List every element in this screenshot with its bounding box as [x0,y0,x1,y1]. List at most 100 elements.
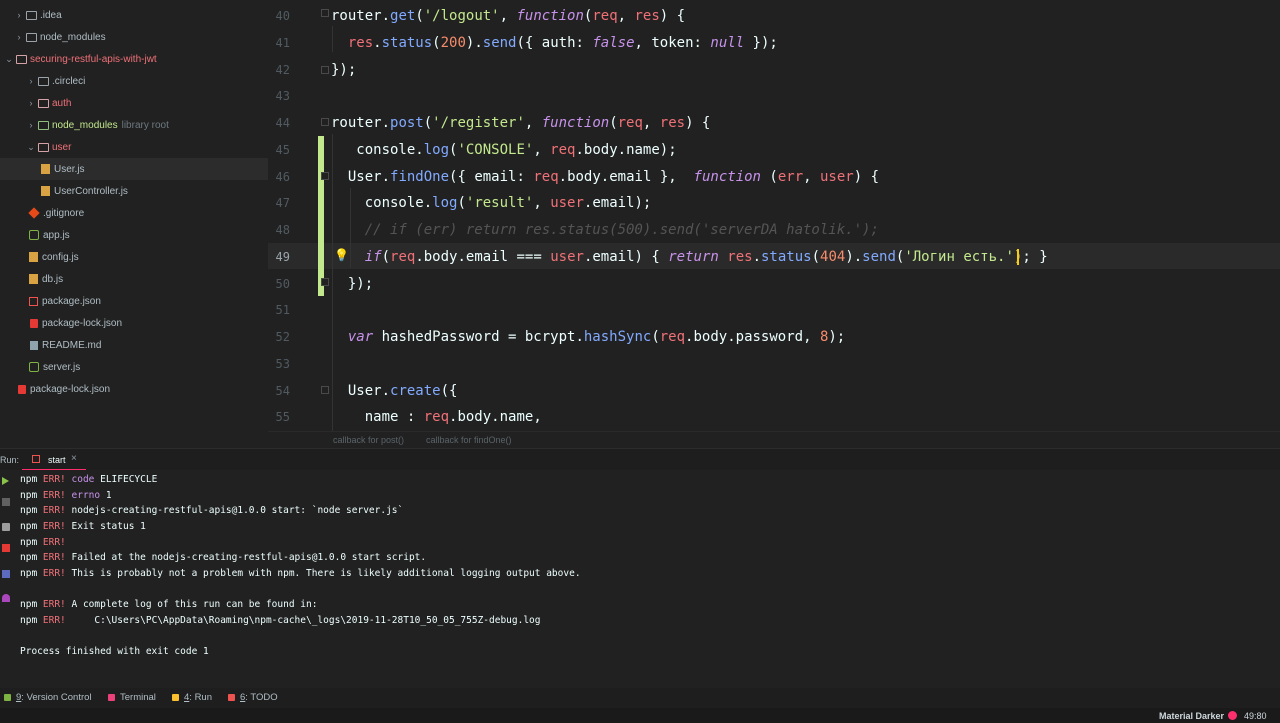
console-token: nodejs-creating-restful-apis@1.0.0 start… [71,505,404,517]
tree-item[interactable]: config.js [0,246,268,268]
run-tab-start[interactable]: start × [22,449,86,471]
code-line[interactable]: console.log('result', user.email); [331,190,652,216]
console-line: npm ERR! This is probably not a problem … [20,566,581,582]
tree-item[interactable]: package-lock.json [0,312,268,334]
chevron-right-icon[interactable]: › [26,120,36,130]
chevron-right-icon[interactable]: › [26,98,36,108]
line-number: 43 [275,89,290,104]
fold-marker[interactable] [321,386,329,394]
cursor-position[interactable]: 49:80 [1244,711,1267,721]
tool-tab[interactable]: Terminal [108,692,156,703]
code-token: err [777,168,804,185]
code-editor[interactable]: 40 41 42 43 44 45 46 47 48 49 50 51 52 53 54 55 💡 route… [268,0,1280,434]
tree-item[interactable]: ⌄ user [0,136,268,158]
delete-icon[interactable] [2,544,10,552]
chevron-down-icon[interactable]: ⌄ [4,54,14,65]
console-line: npm ERR! C:\Users\PC\AppData\Roaming\npm… [20,613,541,629]
code-token: req [659,329,686,345]
run-console[interactable]: npm ERR! code ELIFECYCLE npm ERR! errno 1… [12,470,1280,688]
code-token: . [373,34,382,51]
chevron-right-icon[interactable]: › [26,76,36,86]
code-token: . [752,248,761,265]
tree-item[interactable]: package.json [0,290,268,312]
code-token: : [406,409,424,426]
restore-layout-icon[interactable] [2,523,10,531]
tool-tab[interactable]: 6: TODO [228,692,278,703]
tree-item[interactable]: › .idea [0,4,268,26]
fold-marker[interactable] [321,66,329,74]
code-line[interactable]: User.findOne({ email: req.body.email }, … [331,164,879,190]
tool-tab[interactable]: 4: Run [172,692,212,703]
code-line[interactable]: if(req.body.email === user.email) { retu… [331,244,1048,270]
code-line[interactable]: }); [331,57,356,83]
code-line[interactable]: }); [331,271,373,297]
code-token: User. [331,168,391,185]
console-token: npm [20,474,43,485]
console-line: npm ERR! A complete log of this run can … [20,597,317,613]
tree-item[interactable]: UserController.js [0,180,268,202]
code-line[interactable]: User.create({ [331,378,458,404]
close-icon[interactable]: × [71,453,77,464]
chevron-down-icon[interactable]: ⌄ [26,142,36,153]
tree-item[interactable]: › node_modules library root [0,114,268,136]
code-line[interactable]: router.get('/logout', function(req, res)… [331,3,685,29]
code-token: ). [465,34,483,51]
tree-item[interactable]: README.md [0,334,268,356]
fold-marker[interactable] [321,118,329,126]
breadcrumb-item[interactable]: callback for findOne() [426,435,512,445]
markdown-icon [30,340,38,350]
tree-item[interactable]: server.js [0,356,268,378]
tree-item[interactable]: .gitignore [0,202,268,224]
fold-marker[interactable] [321,9,329,17]
code-line[interactable]: console.log('CONSOLE', req.body.name); [331,137,676,163]
code-line[interactable]: router.post('/register', function(req, r… [331,110,710,136]
code-token: === [508,248,551,265]
fold-marker[interactable] [321,172,329,180]
code-line[interactable]: var hashedPassword = bcrypt.hashSync(req… [331,324,845,350]
code-token: , [803,329,820,345]
fold-marker[interactable] [321,278,329,286]
tree-item[interactable]: ⌄ securing-restful-apis-with-jwt [0,48,268,70]
code-token: status [761,248,812,265]
js-file-icon [41,186,50,196]
code-line[interactable]: name : req.body.name, [331,404,542,430]
theme-label[interactable]: Material Darker [1159,711,1224,721]
tree-item[interactable]: › node_modules [0,26,268,48]
tree-item[interactable]: app.js [0,224,268,246]
code-token: hashedPassword = bcrypt. [373,329,584,345]
code-token: name [626,141,660,158]
code-token: req [533,168,559,185]
folder-icon [16,54,27,64]
node-js-file-icon [29,362,39,372]
chevron-right-icon[interactable]: › [14,32,24,42]
code-token: 'CONSOLE' [457,141,534,158]
tree-item-label: UserController.js [54,185,128,197]
tree-item[interactable]: package-lock.json [0,378,268,400]
code-token: name [331,409,407,426]
code-token: ({ [449,168,475,185]
tool-tab[interactable]: 9: Version Control [4,692,92,703]
tree-item-label: securing-restful-apis-with-jwt [30,53,157,65]
line-number: 42 [275,62,290,77]
tree-item[interactable]: User.js [0,158,268,180]
code-token: , [524,115,542,131]
tree-item[interactable]: db.js [0,268,268,290]
console-token: Exit status 1 [71,520,146,532]
code-token: var [347,329,374,345]
tree-item[interactable]: › auth [0,92,268,114]
tree-item[interactable]: › .circleci [0,70,268,92]
code-line[interactable]: // if (err) return res.status(500).send(… [331,217,879,243]
dump-threads-icon[interactable] [2,570,10,578]
stop-icon[interactable] [2,498,10,506]
rerun-icon[interactable] [2,477,9,485]
chevron-right-icon[interactable]: › [14,10,24,20]
pin-icon[interactable] [2,594,10,602]
breadcrumb-item[interactable]: callback for post() [333,435,404,445]
line-number: 49 [275,249,290,264]
line-number: 41 [275,35,290,50]
code-line[interactable]: res.status(200).send({ auth: false, toke… [331,30,778,56]
run-toolbar [0,470,12,688]
